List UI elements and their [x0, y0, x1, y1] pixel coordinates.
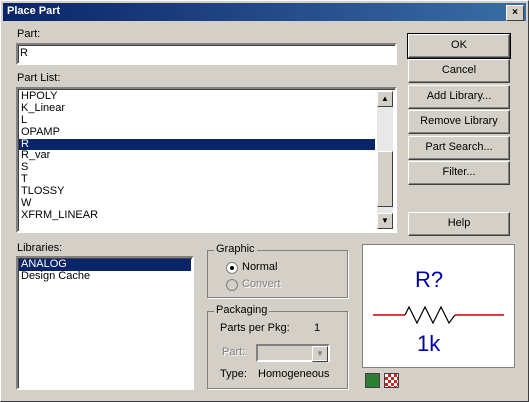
part-list-item[interactable]: TLOSSY [19, 185, 375, 198]
part-select[interactable]: ▼ [256, 344, 330, 362]
title-bar[interactable]: Place Part × [3, 3, 526, 21]
part-input[interactable]: R [16, 43, 397, 65]
part-list-item[interactable]: L [19, 114, 375, 127]
grid-icon[interactable] [384, 373, 399, 388]
scroll-thumb[interactable] [377, 151, 393, 207]
convert-radio[interactable] [226, 279, 238, 291]
resistor-preview-svg: R? 1k [373, 267, 504, 356]
scroll-down-icon[interactable]: ▼ [377, 213, 393, 229]
packaging-group: Packaging Parts per Pkg: 1 Part: ▼ Type:… [207, 304, 348, 389]
part-input-value: R [20, 47, 28, 59]
part-list-item[interactable]: T [19, 173, 375, 186]
convert-radio-label: Convert [242, 278, 281, 290]
part-list[interactable]: HPOLY K_Linear L OPAMP R R_var S T TLOSSY W XFRM_L… [16, 87, 397, 233]
part-list-item[interactable]: S [19, 161, 375, 174]
part-label: Part: [17, 28, 41, 40]
library-list-item[interactable]: Design Cache [19, 270, 191, 283]
resistor-icon [404, 305, 456, 325]
type-value: Homogeneous [258, 368, 330, 380]
part-select-label: Part: [222, 346, 246, 358]
parts-per-pkg-value: 1 [314, 322, 321, 334]
preview-value-text: 1k [417, 331, 441, 356]
part-preview: R? 1k [362, 244, 515, 368]
type-label: Type: [220, 368, 247, 380]
add-library-button[interactable]: Add Library... [408, 85, 510, 109]
normal-radio-label: Normal [242, 261, 278, 273]
libraries-label: Libraries: [17, 242, 63, 254]
packaging-group-title: Packaging [214, 304, 270, 316]
scroll-up-icon[interactable]: ▲ [377, 91, 393, 107]
part-list-item[interactable]: R [19, 138, 375, 151]
preview-ref-text: R? [415, 267, 443, 292]
remove-library-button[interactable]: Remove Library [408, 110, 510, 134]
part-list-scrollbar[interactable]: ▲ ▼ [377, 91, 393, 229]
close-button[interactable]: × [506, 5, 524, 21]
chevron-down-icon[interactable]: ▼ [312, 346, 328, 362]
window-title: Place Part [7, 5, 61, 17]
cancel-button[interactable]: Cancel [408, 59, 510, 83]
ok-button[interactable]: OK [407, 33, 511, 59]
help-button[interactable]: Help [408, 212, 510, 236]
palette-icon[interactable] [365, 373, 380, 388]
place-part-dialog: Place Part × Part: R Part List: HPOLY K_L… [0, 0, 529, 402]
part-list-label: Part List: [17, 72, 61, 84]
normal-radio[interactable] [226, 262, 238, 274]
part-list-item[interactable]: K_Linear [19, 102, 375, 115]
part-list-item[interactable]: XFRM_LINEAR [19, 209, 375, 222]
filter-button[interactable]: Filter... [408, 161, 510, 185]
part-search-button[interactable]: Part Search... [408, 136, 510, 160]
libraries-list[interactable]: ANALOG Design Cache [16, 256, 194, 390]
parts-per-pkg-label: Parts per Pkg: [220, 322, 290, 334]
graphic-group: Graphic Normal Convert [207, 243, 348, 298]
part-list-item[interactable]: R_var [19, 150, 375, 162]
part-list-item[interactable]: HPOLY [19, 90, 375, 103]
part-list-item[interactable]: OPAMP [19, 126, 375, 139]
graphic-group-title: Graphic [214, 243, 257, 255]
